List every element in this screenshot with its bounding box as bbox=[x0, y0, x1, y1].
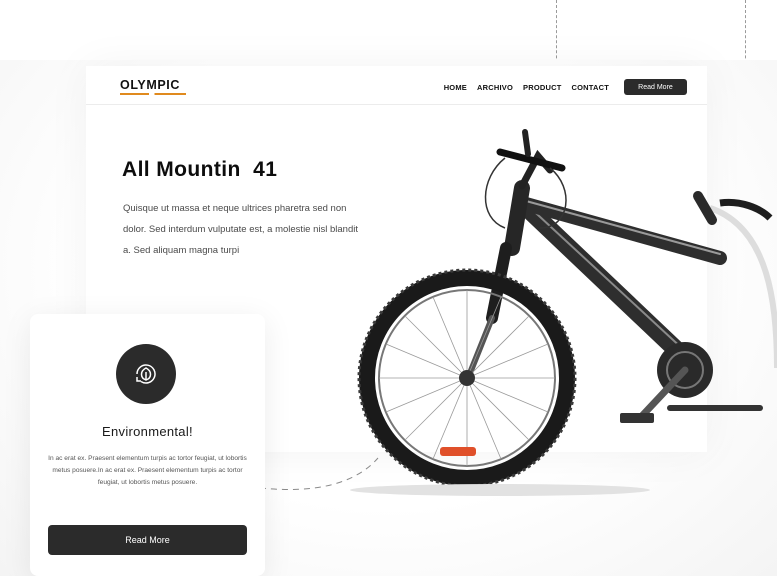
header-read-more-button[interactable]: Read More bbox=[624, 79, 687, 95]
hero-title: All Mountin 41 bbox=[122, 158, 278, 181]
decorative-dashed-curve bbox=[260, 457, 379, 490]
nav-item-product[interactable]: PRODUCT bbox=[523, 83, 561, 92]
logo-accent-underline bbox=[120, 93, 186, 95]
site-header: OLYMPIC HOME ARCHIVO PRODUCT CONTACT Rea… bbox=[86, 66, 707, 105]
card-description: In ac erat ex. Praesent elementum turpis… bbox=[48, 455, 247, 486]
site-logo[interactable]: OLYMPIC bbox=[120, 78, 180, 92]
card-title: Environmental! bbox=[102, 424, 193, 439]
nav-item-home[interactable]: HOME bbox=[444, 83, 467, 92]
main-nav: HOME ARCHIVO PRODUCT CONTACT bbox=[444, 83, 609, 92]
feature-card: Environmental! In ac erat ex. Praesent e… bbox=[30, 314, 265, 576]
nav-item-contact[interactable]: CONTACT bbox=[571, 83, 609, 92]
eco-leaf-icon bbox=[116, 344, 176, 404]
nav-item-archivo[interactable]: ARCHIVO bbox=[477, 83, 513, 92]
card-read-more-button[interactable]: Read More bbox=[48, 525, 247, 555]
